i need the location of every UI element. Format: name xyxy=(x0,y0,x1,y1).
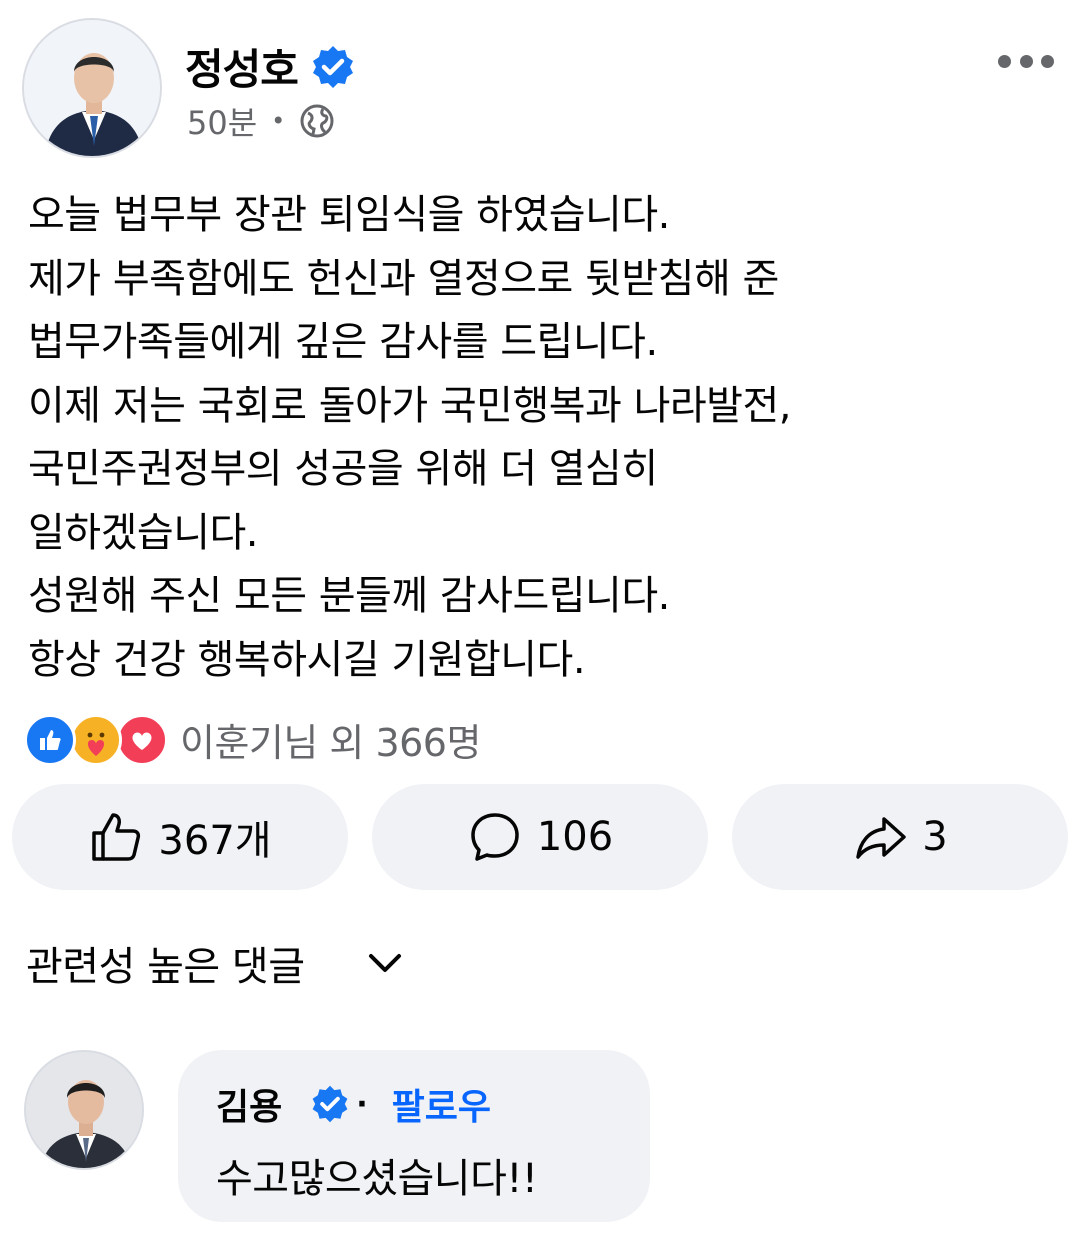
verified-badge-icon xyxy=(312,1085,348,1123)
globe-icon xyxy=(299,103,335,139)
comment-bubble: 김용 · 팔로우 수고많으셨습니다!! xyxy=(178,1050,650,1222)
post-line: 이제 저는 국회로 돌아가 국민행복과 나라발전, xyxy=(28,382,792,429)
post-time[interactable]: 50분 xyxy=(187,98,257,144)
love-reaction-icon xyxy=(116,713,168,766)
like-reaction-icon xyxy=(24,713,76,766)
post-line: 국민주권정부의 성공을 위해 더 열심히 xyxy=(28,446,658,492)
comment-sort-label: 관련성 높은 댓글 xyxy=(26,944,305,990)
reactions-summary[interactable]: 이훈기님 외 366명 xyxy=(24,712,481,767)
more-options-icon[interactable] xyxy=(998,46,1054,76)
thumbs-up-icon xyxy=(92,813,141,861)
author-name[interactable]: 정성호 xyxy=(185,36,299,97)
verified-badge-icon xyxy=(310,44,356,90)
comment-text: 수고많으셨습니다!! xyxy=(216,1156,538,1202)
author-avatar[interactable] xyxy=(22,18,162,158)
comment-sort-dropdown[interactable]: 관련성 높은 댓글 xyxy=(26,934,405,992)
share-arrow-icon xyxy=(856,817,907,859)
like-button[interactable]: 367개 xyxy=(12,784,348,890)
comment-bubble-icon xyxy=(471,813,519,861)
chevron-down-icon xyxy=(368,954,401,972)
post-line: 일하겠습니다. xyxy=(28,509,259,556)
post-line: 성원해 주신 모든 분들께 감사드립니다. xyxy=(28,573,670,619)
commenter-avatar[interactable] xyxy=(24,1050,144,1170)
share-count: 3 xyxy=(922,814,948,860)
post-line: 오늘 법무부 장관 퇴임식을 하였습니다. xyxy=(28,192,670,238)
share-button[interactable]: 3 xyxy=(732,784,1068,890)
commenter-name[interactable]: 김용 xyxy=(216,1078,282,1130)
follow-button[interactable]: 팔로우 xyxy=(392,1078,491,1130)
comment-separator: · xyxy=(356,1086,368,1122)
comment-count: 106 xyxy=(536,814,614,860)
post-line: 법무가족들에게 깊은 감사를 드립니다. xyxy=(28,319,658,365)
care-reaction-icon xyxy=(70,713,122,766)
action-bar: 367개 106 3 xyxy=(12,784,1068,890)
post-header: 정성호 50분 • xyxy=(0,0,1080,170)
meta-separator: • xyxy=(271,107,286,135)
post-line: 제가 부족함에도 헌신과 열정으로 뒷받침해 준 xyxy=(28,255,779,302)
comment-button[interactable]: 106 xyxy=(372,784,708,890)
like-count: 367개 xyxy=(158,818,272,864)
post-body: 오늘 법무부 장관 퇴임식을 하였습니다. 제가 부족함에도 헌신과 열정으로 … xyxy=(28,184,1058,692)
reactions-summary-text[interactable]: 이훈기님 외 366명 xyxy=(180,712,481,767)
post-line: 항상 건강 행복하시길 기원합니다. xyxy=(28,636,586,683)
